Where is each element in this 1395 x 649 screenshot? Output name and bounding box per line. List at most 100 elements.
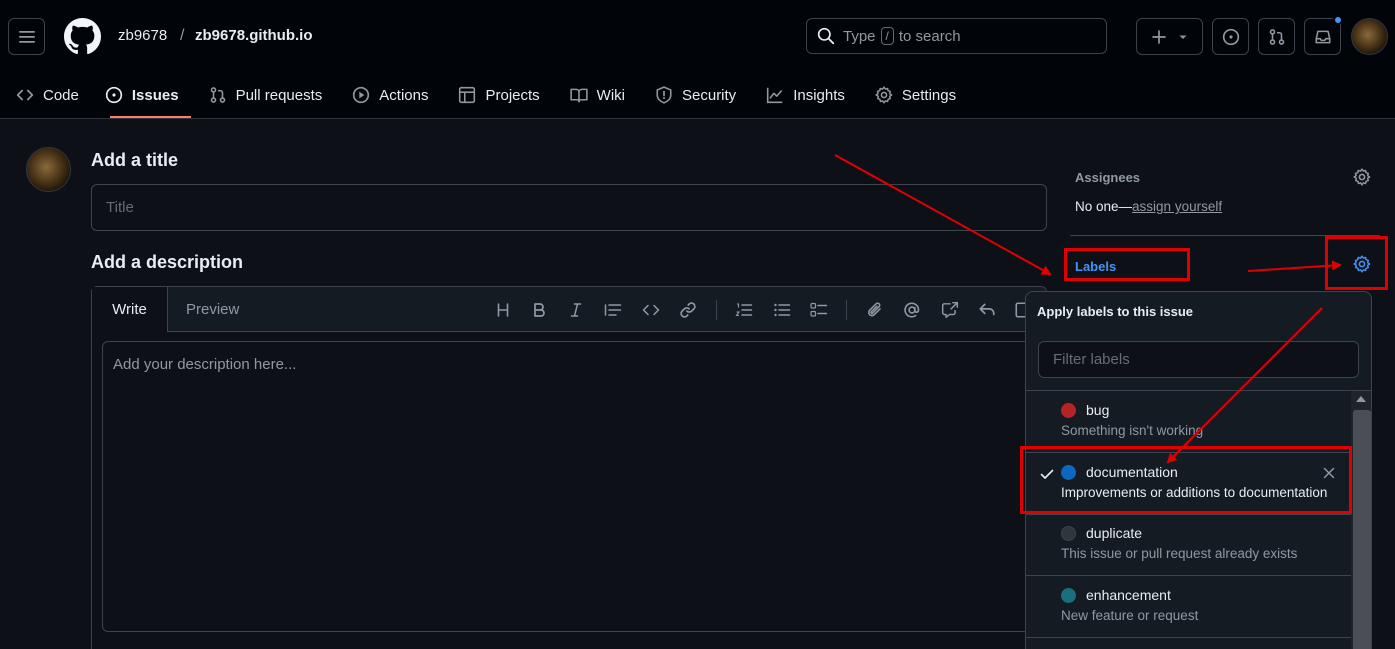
reply-icon[interactable] xyxy=(976,299,998,321)
tab-label: Projects xyxy=(485,86,540,104)
markdown-editor: Write Preview xyxy=(91,286,1047,649)
cross-reference-icon[interactable] xyxy=(939,299,961,321)
scroll-up-arrow-icon[interactable] xyxy=(1356,396,1366,402)
tab-label: Pull requests xyxy=(235,86,323,104)
git-pull-request-icon xyxy=(1269,28,1284,45)
tab-preview[interactable]: Preview xyxy=(186,301,239,318)
tab-pull-requests[interactable]: Pull requests xyxy=(193,72,337,118)
tab-label: Wiki xyxy=(596,86,625,104)
label-description: This issue or pull request already exist… xyxy=(1061,546,1298,561)
hamburger-icon xyxy=(18,30,35,43)
tab-projects[interactable]: Projects xyxy=(442,72,553,118)
github-logo-icon[interactable] xyxy=(64,18,101,55)
tab-label: Security xyxy=(682,86,737,104)
annotation-arrow-to-gear xyxy=(1247,260,1342,272)
scrollbar-thumb[interactable] xyxy=(1353,410,1371,649)
label-item-duplicate[interactable]: duplicate This issue or pull request alr… xyxy=(1026,514,1351,576)
toolbar-divider xyxy=(716,300,717,320)
tab-security[interactable]: Security xyxy=(639,72,750,118)
sidebar-divider xyxy=(1070,235,1380,236)
repo-owner-link[interactable]: zb9678 xyxy=(118,27,167,44)
description-heading: Add a description xyxy=(91,252,244,272)
issue-opened-icon xyxy=(105,86,123,104)
tab-code[interactable]: Code xyxy=(0,72,93,118)
search-icon xyxy=(817,27,835,45)
tab-label: Settings xyxy=(901,86,957,104)
search-prefix: Type xyxy=(843,27,876,45)
tab-label: Insights xyxy=(793,86,845,104)
description-textarea[interactable] xyxy=(102,341,1042,632)
shield-icon xyxy=(656,86,672,104)
label-description: Something isn't working xyxy=(1061,423,1204,438)
graph-icon xyxy=(767,87,783,104)
unordered-list-icon[interactable] xyxy=(771,299,793,321)
paperclip-icon[interactable] xyxy=(864,299,886,321)
pull-requests-button[interactable] xyxy=(1258,18,1295,55)
filter-labels-input[interactable] xyxy=(1038,341,1359,378)
labels-dropdown: Apply labels to this issue bug Something… xyxy=(1025,291,1372,649)
active-tab-underline xyxy=(110,116,191,118)
play-icon xyxy=(353,86,370,104)
search-suffix: to search xyxy=(898,27,961,45)
book-icon xyxy=(570,88,588,103)
code-icon[interactable] xyxy=(640,299,662,321)
tab-settings[interactable]: Settings xyxy=(859,72,970,118)
tab-actions[interactable]: Actions xyxy=(336,72,442,118)
menu-button[interactable] xyxy=(8,18,45,55)
quote-icon[interactable] xyxy=(602,299,624,321)
label-name: bug xyxy=(1086,402,1110,418)
dropdown-header: Apply labels to this issue xyxy=(1037,304,1194,319)
tab-wiki[interactable]: Wiki xyxy=(554,72,639,118)
tab-label: Actions xyxy=(379,86,429,104)
assign-yourself-link[interactable]: assign yourself xyxy=(1132,199,1222,214)
remove-label-icon[interactable] xyxy=(1322,466,1336,480)
user-avatar[interactable] xyxy=(1351,18,1388,55)
assignees-value: No one—assign yourself xyxy=(1075,199,1222,214)
label-item-bug[interactable]: bug Something isn't working xyxy=(1026,391,1351,453)
check-icon xyxy=(1040,469,1054,479)
label-item-enhancement[interactable]: enhancement New feature or request xyxy=(1026,576,1351,638)
labels-heading[interactable]: Labels xyxy=(1075,259,1116,274)
numbered-list-icon[interactable] xyxy=(733,299,755,321)
create-new-button[interactable] xyxy=(1136,18,1203,55)
link-icon[interactable] xyxy=(677,299,699,321)
editor-toolbar: Write Preview xyxy=(92,287,1046,332)
assignees-gear-icon[interactable] xyxy=(1352,167,1372,187)
tab-write[interactable]: Write xyxy=(92,287,168,332)
assignees-none-text: No one— xyxy=(1075,199,1133,214)
notification-dot xyxy=(1333,15,1343,25)
italic-icon[interactable] xyxy=(565,299,587,321)
task-list-icon[interactable] xyxy=(808,299,830,321)
label-name: enhancement xyxy=(1086,587,1171,603)
title-heading: Add a title xyxy=(91,150,179,170)
tab-insights[interactable]: Insights xyxy=(750,72,859,118)
repo-nav: Code Issues Pull requests Actions Projec… xyxy=(0,72,970,118)
search-input[interactable]: Type / to search xyxy=(806,18,1107,54)
repo-separator: / xyxy=(180,27,185,44)
assignees-heading: Assignees xyxy=(1075,170,1141,185)
tab-label: Issues xyxy=(131,86,179,104)
label-description: New feature or request xyxy=(1061,608,1199,623)
plus-icon xyxy=(1151,29,1166,44)
labels-gear-icon[interactable] xyxy=(1352,254,1372,274)
gear-icon xyxy=(875,86,893,104)
heading-icon[interactable] xyxy=(492,299,514,321)
mention-icon[interactable] xyxy=(901,299,923,321)
repo-name-link[interactable]: zb9678.github.io xyxy=(195,27,313,44)
label-item-documentation[interactable]: documentation Improvements or additions … xyxy=(1026,453,1351,515)
toolbar-divider xyxy=(846,300,847,320)
label-name: duplicate xyxy=(1086,525,1143,541)
issue-opened-icon xyxy=(1222,28,1239,45)
table-icon xyxy=(459,86,476,104)
label-color-dot xyxy=(1061,588,1076,603)
label-description: Improvements or additions to documentati… xyxy=(1061,485,1328,500)
inbox-icon xyxy=(1314,30,1331,43)
bold-icon[interactable] xyxy=(528,299,550,321)
issues-button[interactable] xyxy=(1212,18,1249,55)
app-header: zb9678 / zb9678.github.io Type / to sear… xyxy=(0,0,1395,119)
tab-label: Code xyxy=(43,86,79,104)
tab-issues[interactable]: Issues xyxy=(93,72,193,118)
label-color-dot xyxy=(1061,526,1076,541)
issue-title-input[interactable] xyxy=(91,184,1047,231)
search-shortcut-key: / xyxy=(880,27,894,45)
